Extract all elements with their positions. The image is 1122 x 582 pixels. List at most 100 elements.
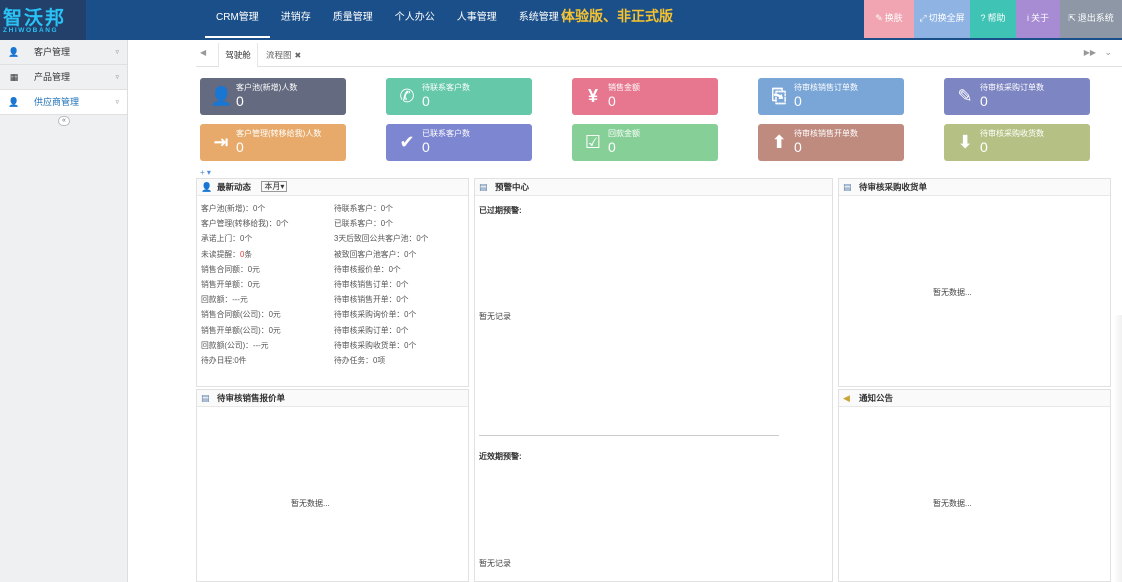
pending-purchase-order-card[interactable]: ✎ 待审核采购订单数 0 [944, 78, 1090, 115]
edit-icon: ✎ [957, 86, 973, 106]
nav-system-label: 系统管理 [518, 12, 559, 23]
transferred-customer-card[interactable]: ⇥ 客户管理(转移给我)人数 0 [200, 124, 346, 161]
pending-sales-order-card[interactable]: ⎘ 待审核销售订单数 0 [758, 78, 904, 115]
panel-header: ◀ 通知公告 [839, 390, 1110, 407]
trial-banner: 体验版、非正式版 [561, 8, 673, 24]
stat-label: 待办日程: [201, 356, 235, 365]
document-icon: ▤ [201, 393, 210, 403]
stat-item: 待审核采购订单：0个 [334, 325, 409, 336]
sign-in-icon: ⇥ [213, 132, 229, 152]
nav-personal-office-label: 个人办公 [394, 12, 435, 23]
stat-item: 客户池(新增)：0个 [201, 203, 265, 214]
nav-crm[interactable]: CRM管理 [205, 0, 270, 38]
sales-amount-card[interactable]: ¥ 销售金额 0 [572, 78, 718, 115]
card-label: 销售金额 [608, 83, 640, 92]
card-value: 0 [422, 93, 430, 109]
customer-pool-card[interactable]: 👤 客户池(新增)人数 0 [200, 78, 346, 115]
stat-value: 0个 [404, 249, 417, 259]
logout-icon: ⇱ [1068, 13, 1076, 23]
stat-item: 待办任务：0项 [334, 355, 385, 366]
stat-value: ---元 [252, 340, 269, 350]
stat-label: 客户池(新增)： [201, 204, 253, 213]
fullscreen-button[interactable]: ⤢ 切换全屏 [914, 0, 970, 38]
stat-label: 已联系客户： [334, 219, 381, 229]
logout-button[interactable]: ⇱ 退出系统 [1060, 0, 1122, 38]
stat-item: 待审核采购收货单：0个 [334, 340, 416, 351]
sidebar-item-products[interactable]: ▦ 产品管理 ▿ [0, 65, 127, 90]
pending-contact-card[interactable]: ✆ 待联系客户数 0 [386, 78, 532, 115]
nav-quality[interactable]: 质量管理 [322, 0, 384, 38]
period-select-value: 本月 [264, 182, 281, 191]
pending-purchase-receipt-card[interactable]: ⬇ 待审核采购收货数 0 [944, 124, 1090, 161]
stat-value: 0元 [268, 310, 281, 320]
stat-label: 待审核采购收货单： [334, 340, 405, 350]
nav-inventory[interactable]: 进销存 [270, 0, 322, 38]
stat-value: 0个 [416, 234, 429, 244]
card-value: 0 [236, 139, 244, 155]
stat-item: 待办日程:0件 [201, 355, 247, 366]
sidebar-item-label: 客户管理 [34, 47, 71, 57]
stat-value: 0个 [404, 340, 417, 350]
tab-scroll-right-icon[interactable]: ▶▶ [1084, 48, 1096, 57]
pending-sales-quote-panel: ▤ 待审核销售报价单 暂无数据... [196, 389, 469, 582]
contacted-customer-card[interactable]: ✔ 已联系客户数 0 [386, 124, 532, 161]
sidebar: 👤 客户管理 ▿ ▦ 产品管理 ▿ 👤 供应商管理 ▿ « [0, 40, 128, 582]
main-nav: CRM管理 进销存 质量管理 个人办公 人事管理 系统管理 ▾ [205, 0, 576, 40]
stat-label: 待审核销售开单： [334, 295, 397, 305]
help-label: 帮助 [987, 13, 1006, 23]
stat-item: 销售合同额：0元 [201, 264, 260, 275]
document-icon: ▤ [843, 182, 852, 192]
tab-bar: ◀ 驾驶舱 流程图 ✖ ▶▶ ⌄ [196, 43, 1122, 67]
empty-data-text: 暂无数据... [933, 499, 972, 508]
chevron-down-icon: ▿ [115, 74, 119, 81]
stat-value: 0件 [234, 356, 247, 365]
info-icon: i [1026, 13, 1029, 23]
sidebar-item-suppliers[interactable]: 👤 供应商管理 ▿ [0, 90, 127, 115]
payment-amount-card[interactable]: ☑ 回款金额 0 [572, 124, 718, 161]
download-icon: ⬇ [957, 132, 973, 152]
top-header: 智沃邦 ZHIWOBANG CRM管理 进销存 质量管理 个人办公 人事管理 系… [0, 0, 1122, 40]
grid-icon: ▦ [9, 72, 19, 82]
panel-title: 通知公告 [859, 393, 894, 403]
stat-label: 销售合同额： [201, 264, 248, 274]
stat-value: 0个 [404, 310, 417, 320]
skin-button[interactable]: ✎ 换肤 [864, 0, 914, 38]
card-label: 回款金额 [608, 129, 640, 138]
stat-label: 销售开单额(公司)： [201, 325, 269, 335]
stat-item: 待审核销售订单：0个 [334, 279, 409, 290]
divider [479, 435, 779, 436]
stat-value: 0个 [239, 234, 253, 244]
nav-personal-office[interactable]: 个人办公 [384, 0, 446, 38]
stat-value: 0元 [268, 325, 281, 335]
sidebar-item-customers[interactable]: 👤 客户管理 ▿ [0, 40, 127, 65]
card-label: 已联系客户数 [422, 129, 470, 138]
tab-menu-icon[interactable]: ⌄ [1104, 47, 1112, 58]
card-value: 0 [794, 139, 802, 155]
brush-icon: ✎ [875, 13, 883, 23]
collapse-sidebar-button[interactable]: « [58, 116, 70, 126]
pending-sales-invoice-card[interactable]: ⬆ 待审核销售开单数 0 [758, 124, 904, 161]
stat-unit: 条 [244, 249, 253, 259]
tab-flowchart[interactable]: 流程图 ✖ [266, 43, 301, 67]
help-button[interactable]: ? 帮助 [970, 0, 1016, 38]
card-label: 待联系客户数 [422, 83, 470, 92]
stat-value: 0项 [372, 356, 386, 365]
sidebar-collapse-row: « [0, 115, 127, 127]
about-button[interactable]: i 关于 [1016, 0, 1060, 38]
logo-subtext: ZHIWOBANG [3, 27, 59, 34]
panel-title: 待审核销售报价单 [217, 393, 286, 403]
notice-panel: ◀ 通知公告 暂无数据... [838, 389, 1111, 582]
tab-cockpit[interactable]: 驾驶舱 [218, 43, 258, 67]
nav-hr[interactable]: 人事管理 [446, 0, 508, 38]
add-widget-control[interactable]: + ▾ [200, 168, 211, 177]
close-icon[interactable]: ✖ [295, 51, 302, 60]
logo: 智沃邦 ZHIWOBANG [0, 0, 86, 40]
expired-empty-text: 暂无记录 [479, 312, 511, 321]
tab-scroll-left-icon[interactable]: ◀ [200, 48, 206, 57]
stat-item: 承诺上门：0个 [201, 233, 252, 244]
stat-value: 0元 [247, 280, 260, 289]
stat-value: 0个 [380, 204, 393, 213]
chevron-down-icon: ▾ [280, 182, 285, 191]
period-select[interactable]: 本月▾ [261, 181, 288, 192]
stat-label: 待审核报价单： [334, 264, 389, 274]
